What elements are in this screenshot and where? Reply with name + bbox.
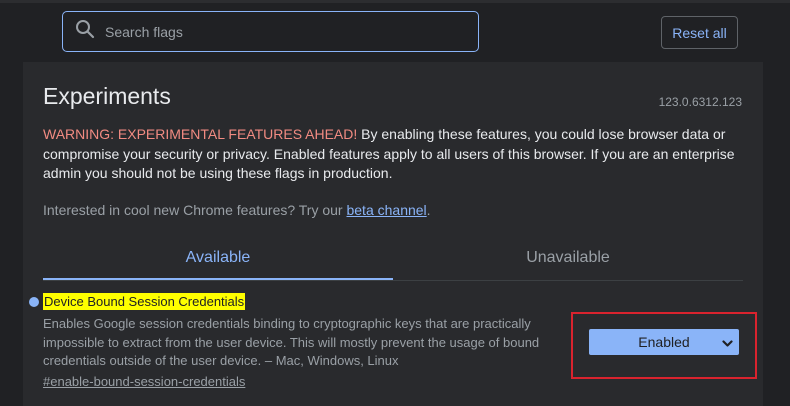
warning-prefix: WARNING: EXPERIMENTAL FEATURES AHEAD! xyxy=(43,126,358,142)
flag-name: Device Bound Session Credentials xyxy=(43,293,246,310)
tab-bar: Available Unavailable xyxy=(43,238,743,281)
flag-description: Enables Google session credentials bindi… xyxy=(43,316,540,368)
flag-state-select[interactable]: Enabled xyxy=(589,329,739,355)
tab-unavailable[interactable]: Unavailable xyxy=(393,238,743,278)
page-title: Experiments xyxy=(43,83,171,109)
interested-suffix: . xyxy=(426,202,431,218)
search-input[interactable] xyxy=(103,22,467,41)
top-divider xyxy=(0,0,790,3)
search-box[interactable] xyxy=(62,11,479,52)
search-icon xyxy=(75,19,95,44)
flag-anchor-link[interactable]: #enable-bound-session-credentials xyxy=(43,374,245,389)
beta-channel-link[interactable]: beta channel xyxy=(346,202,426,218)
reset-all-button[interactable]: Reset all xyxy=(661,16,738,49)
chevron-down-icon xyxy=(722,336,733,352)
tab-available[interactable]: Available xyxy=(43,238,393,280)
version-label: 123.0.6312.123 xyxy=(658,95,742,109)
warning-message: WARNING: EXPERIMENTAL FEATURES AHEAD! By… xyxy=(43,125,743,184)
interested-text: Interested in cool new Chrome features? … xyxy=(43,202,347,218)
interested-message: Interested in cool new Chrome features? … xyxy=(43,201,431,220)
modified-indicator-dot xyxy=(29,297,39,307)
flag-state-value: Enabled xyxy=(638,334,690,350)
